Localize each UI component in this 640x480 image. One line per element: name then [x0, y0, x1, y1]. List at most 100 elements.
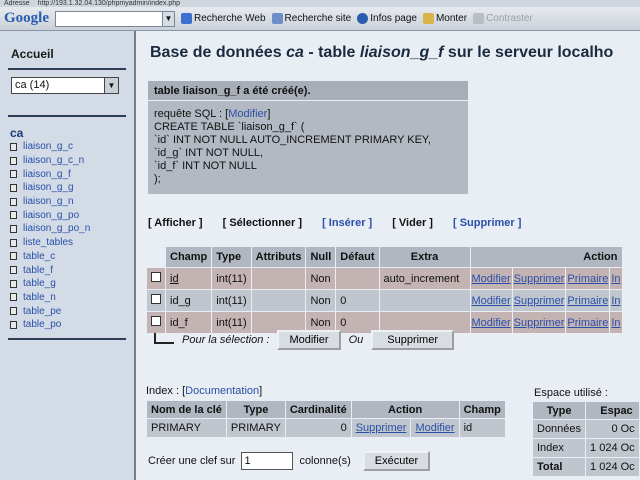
google-logo[interactable]: Google	[4, 10, 49, 27]
index-field-link[interactable]: In	[610, 290, 622, 311]
table-icon	[10, 197, 17, 206]
modify-field-link[interactable]: Modifier	[470, 268, 512, 289]
selection-label: Pour la sélection :	[182, 334, 270, 346]
page-title: Base de données ca - table liaison_g_f s…	[150, 44, 614, 61]
divider	[8, 68, 126, 70]
page-info-button[interactable]: Infos page	[357, 13, 417, 24]
row-checkbox[interactable]	[151, 294, 161, 304]
column-header: Attributs	[251, 247, 306, 267]
table-icon	[10, 156, 17, 165]
sql-query-box: table liaison_g_f a été créé(e). requête…	[148, 81, 468, 194]
drop-link[interactable]: [ Supprimer ]	[453, 217, 521, 229]
delete-field-link[interactable]: Supprimer	[512, 312, 566, 333]
table-list-item[interactable]: liaison_g_c	[10, 140, 90, 154]
modify-selected-button[interactable]: Modifier	[277, 330, 341, 350]
table-list-item[interactable]: table_g	[10, 277, 90, 291]
empty-link[interactable]: [ Vider ]	[392, 217, 433, 229]
execute-button[interactable]: Exécuter	[362, 451, 431, 471]
highlight-button[interactable]: Contraster	[473, 13, 533, 24]
modify-index-link[interactable]: Modifier	[411, 419, 459, 437]
field-null: Non	[306, 290, 336, 311]
sql-body: requête SQL : [Modifier] CREATE TABLE `l…	[148, 101, 468, 194]
main-frame: Base de données ca - table liaison_g_f s…	[138, 31, 640, 480]
table-icon	[10, 224, 17, 233]
table-list-item[interactable]: table_pe	[10, 304, 90, 318]
field-attributes	[251, 290, 306, 311]
table-header-row: Nom de la clé Type Cardinalité Action Ch…	[147, 401, 505, 418]
table-header-row: Type Espac	[533, 402, 639, 419]
column-header: Action	[351, 401, 459, 418]
delete-selected-button[interactable]: Supprimer	[371, 330, 454, 350]
browse-link[interactable]: [ Afficher ]	[148, 217, 203, 229]
table-icon	[10, 293, 17, 302]
field-default: 0	[336, 290, 379, 311]
primary-field-link[interactable]: Primaire	[566, 268, 610, 289]
insert-link[interactable]: [ Insérer ]	[322, 217, 372, 229]
chevron-down-icon[interactable]: ▼	[162, 11, 174, 26]
chevron-down-icon[interactable]: ▼	[104, 78, 118, 93]
delete-field-link[interactable]: Supprimer	[512, 290, 566, 311]
table-list-item[interactable]: table_n	[10, 291, 90, 305]
space-value: 1 024 Oc	[586, 439, 639, 457]
table-list-item[interactable]: table_c	[10, 250, 90, 264]
modify-field-link[interactable]: Modifier	[470, 290, 512, 311]
table-row: Total 1 024 Oc	[533, 458, 639, 476]
table-row: id_g int(11) Non 0 Modifier Supprimer Pr…	[147, 290, 622, 311]
search-web-icon	[181, 13, 192, 24]
delete-index-link[interactable]: Supprimer	[351, 419, 411, 437]
table-list-item[interactable]: liaison_g_f	[10, 167, 90, 181]
index-label: Index : [Documentation]	[146, 385, 263, 397]
sql-edit-link[interactable]: Modifier	[228, 108, 267, 120]
address-url[interactable]: http://193.1.32.04.130/phpmyadmin/index.…	[38, 0, 180, 7]
google-search-input[interactable]: ▼	[55, 10, 175, 27]
table-list-item[interactable]: table_po	[10, 318, 90, 332]
table-list-item[interactable]: liaison_g_po	[10, 208, 90, 222]
index-field-link[interactable]: In	[610, 268, 622, 289]
row-checkbox[interactable]	[151, 316, 161, 326]
table-list-item[interactable]: liaison_g_g	[10, 181, 90, 195]
table-icon	[10, 307, 17, 316]
search-site-icon	[271, 13, 283, 24]
field-type: int(11)	[212, 268, 251, 289]
up-button[interactable]: Monter	[422, 13, 467, 24]
delete-field-link[interactable]: Supprimer	[512, 268, 566, 289]
row-checkbox[interactable]	[151, 272, 161, 282]
space-used-label: Espace utilisé :	[534, 387, 608, 399]
divider	[8, 338, 126, 340]
columns-count-input[interactable]: 1	[241, 452, 294, 470]
database-name: ca	[286, 44, 304, 61]
modify-field-link[interactable]: Modifier	[470, 312, 512, 333]
address-label: Adresse	[4, 0, 30, 7]
or-label: Ou	[348, 334, 364, 346]
database-name-link[interactable]: ca	[10, 126, 23, 140]
database-select[interactable]: ca (14) ▼	[11, 77, 119, 94]
primary-field-link[interactable]: Primaire	[566, 312, 610, 333]
table-list-item[interactable]: liaison_g_po_n	[10, 222, 90, 236]
divider	[8, 115, 126, 117]
table-icon	[10, 183, 17, 192]
table-icon	[10, 170, 17, 179]
sql-label: requête SQL :	[154, 108, 223, 120]
home-link[interactable]: Accueil	[11, 47, 54, 61]
table-list-item[interactable]: liaison_g_c_n	[10, 154, 90, 168]
table-list: liaison_g_c liaison_g_c_n liaison_g_f li…	[10, 140, 90, 332]
site-search-button[interactable]: Recherche site	[271, 13, 351, 24]
table-row: PRIMARY PRIMARY 0 Supprimer Modifier id	[147, 419, 505, 437]
address-bar[interactable]: Adresse http://193.1.32.04.130/phpmyadmi…	[0, 0, 640, 7]
create-key-row: Créer une clef sur 1 colonne(s) Exécuter	[148, 451, 431, 471]
index-field-link[interactable]: In	[610, 312, 622, 333]
pen-icon	[473, 13, 485, 24]
index-name: PRIMARY	[147, 419, 226, 437]
selection-row: Pour la sélection : Modifier Ou Supprime…	[150, 330, 454, 350]
space-type: Total	[533, 458, 586, 476]
documentation-link[interactable]: Documentation	[185, 385, 259, 397]
select-link[interactable]: [ Sélectionner ]	[223, 217, 302, 229]
create-key-label: Créer une clef sur	[148, 455, 236, 467]
web-search-button[interactable]: Recherche Web	[181, 13, 266, 24]
primary-field-link[interactable]: Primaire	[566, 290, 610, 311]
table-icon	[10, 238, 17, 247]
column-header: Défaut	[336, 247, 379, 267]
table-list-item[interactable]: liaison_g_n	[10, 195, 90, 209]
table-list-item[interactable]: liste_tables	[10, 236, 90, 250]
table-list-item[interactable]: table_f	[10, 263, 90, 277]
